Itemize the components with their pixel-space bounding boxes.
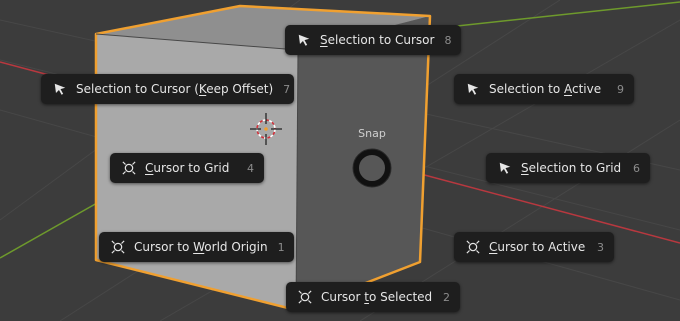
pie-item-cursor-to-active[interactable]: Cursor to Active 3 [454, 232, 614, 262]
mnemonic-letter: S [320, 33, 328, 47]
hotkey-number: 7 [283, 82, 291, 96]
pie-center-ring [352, 148, 392, 188]
pie-menu-title: Snap [358, 127, 386, 140]
3d-cursor-icon [297, 289, 313, 305]
cursor-arrow-icon [296, 32, 312, 48]
hotkey-number: 6 [633, 161, 640, 175]
hotkey-number: 1 [277, 240, 285, 254]
mnemonic-letter: A [563, 82, 572, 96]
pie-item-label: Selection to Cursor (Keep Offset) [76, 82, 274, 96]
pie-item-label: Cursor to Grid [145, 161, 230, 175]
pie-item-selection-to-cursor-keep-offset[interactable]: Selection to Cursor (Keep Offset) 7 [41, 74, 294, 104]
3d-cursor-icon [110, 239, 126, 255]
pie-item-label: Cursor to Selected [321, 290, 433, 304]
hotkey-number: 3 [597, 240, 604, 254]
pie-item-selection-to-active[interactable]: Selection to Active 9 [454, 74, 634, 104]
pie-item-label: Selection to Active [489, 82, 602, 96]
cursor-arrow-icon [52, 81, 68, 97]
pie-item-cursor-to-selected[interactable]: Cursor to Selected 2 [286, 282, 460, 312]
pie-item-selection-to-cursor[interactable]: Selection to Cursor 8 [285, 25, 461, 55]
3d-cursor-icon [121, 160, 137, 176]
hotkey-number: 8 [444, 33, 452, 47]
pie-item-label: Cursor to World Origin [134, 240, 268, 254]
3d-viewport[interactable]: Snap Selection to Cursor 8 Selection to Cu… [0, 0, 680, 321]
mnemonic-letter: W [193, 240, 205, 254]
pie-item-label: Cursor to Active [489, 240, 586, 254]
hotkey-number: 2 [443, 290, 450, 304]
hotkey-number: 9 [617, 82, 624, 96]
cursor-arrow-icon [465, 81, 481, 97]
pie-item-selection-to-grid[interactable]: Selection to Grid 6 [486, 153, 650, 183]
cursor-arrow-icon [497, 160, 513, 176]
pie-item-label: Selection to Grid [521, 161, 622, 175]
pie-item-label: Selection to Cursor [320, 33, 435, 47]
pie-item-cursor-to-world-origin[interactable]: Cursor to World Origin 1 [99, 232, 294, 262]
3d-cursor-icon [465, 239, 481, 255]
mnemonic-letter: S [521, 161, 529, 175]
pie-item-cursor-to-grid[interactable]: Cursor to Grid 4 [110, 153, 264, 183]
hotkey-number: 4 [247, 161, 254, 175]
